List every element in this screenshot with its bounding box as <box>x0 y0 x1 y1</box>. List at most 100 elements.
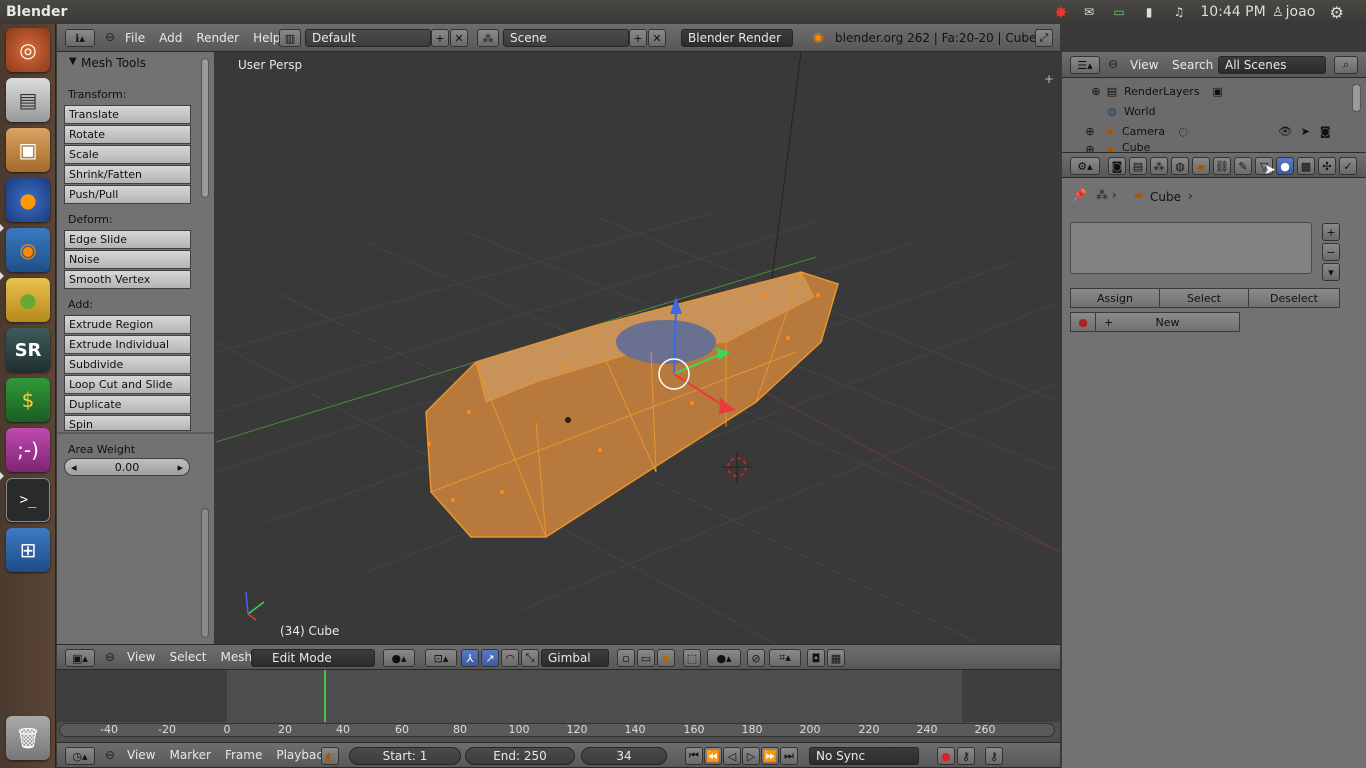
menu-help[interactable]: Help <box>253 31 280 45</box>
money-app-icon[interactable]: $ <box>6 378 50 422</box>
record-button[interactable]: ● <box>937 747 955 765</box>
scene-tab-icon[interactable]: ⁂ <box>1150 157 1168 175</box>
menu-file[interactable]: File <box>125 31 145 45</box>
operator-scrollbar[interactable] <box>201 508 209 638</box>
timeline[interactable]: -40 -20 0 20 40 60 80 100 120 140 160 18… <box>57 670 1060 742</box>
search-icon[interactable]: ⌕ <box>1334 56 1358 74</box>
play-button[interactable]: ▷ <box>742 747 760 765</box>
workspace-switcher-icon[interactable]: ⊞ <box>6 528 50 572</box>
render-tab-icon[interactable]: ◙ <box>1108 157 1126 175</box>
dash-home-icon[interactable]: ◎ <box>6 28 50 72</box>
mail-icon[interactable]: ✉ <box>1074 5 1104 19</box>
area-weight-slider[interactable]: ◂ 0.00 ▸ <box>64 458 190 476</box>
scale-manipulator[interactable]: ⤡ <box>521 649 539 667</box>
editor-type-button[interactable]: ℹ▴ <box>65 29 95 47</box>
software-center-icon[interactable]: ▣ <box>6 128 50 172</box>
deselect-button[interactable]: Deselect <box>1248 288 1340 308</box>
collapse-icon[interactable]: ⊖ <box>105 30 115 44</box>
loop-cut-slide-button[interactable]: Loop Cut and Slide <box>64 375 191 394</box>
outliner-item-world[interactable]: ◍ World <box>1062 101 1366 121</box>
render-camera-icon[interactable]: ◙ <box>1317 123 1333 139</box>
physics-tab-icon[interactable]: ✓ <box>1339 157 1357 175</box>
menu-search[interactable]: Search <box>1172 58 1213 72</box>
proportional-edit-dropdown[interactable]: ●▴ <box>707 649 741 667</box>
rotate-manipulator[interactable]: ◠ <box>501 649 519 667</box>
menu-view[interactable]: View <box>127 748 155 762</box>
menu-mesh[interactable]: Mesh <box>221 650 253 664</box>
outliner-item-renderlayers[interactable]: ⊕ ▤ RenderLayers ▣ <box>1062 81 1366 101</box>
collapse-icon[interactable]: ⊖ <box>105 650 115 664</box>
extrude-region-button[interactable]: Extrude Region <box>64 315 191 334</box>
orientation-dropdown[interactable]: Gimbal <box>541 649 609 667</box>
menu-marker[interactable]: Marker <box>169 748 210 762</box>
pin-icon[interactable]: 📌 <box>1072 188 1087 202</box>
update-icon[interactable]: ✸ <box>1048 3 1074 22</box>
user-name[interactable]: joao <box>1286 4 1326 20</box>
render-layers-tab-icon[interactable]: ▤ <box>1129 157 1147 175</box>
manipulator-toggle[interactable]: ⅄ <box>461 649 479 667</box>
battery-icon[interactable]: ▭ <box>1104 5 1134 19</box>
clock[interactable]: 10:44 PM <box>1194 4 1272 20</box>
expand-icon[interactable]: ⊕ <box>1082 123 1098 139</box>
assign-button[interactable]: Assign <box>1070 288 1160 308</box>
expand-icon[interactable]: ⊕ <box>1088 83 1104 99</box>
collapse-icon[interactable]: ⊖ <box>105 748 115 762</box>
duplicate-button[interactable]: Duplicate <box>64 395 191 414</box>
keying-button[interactable]: ⚷ <box>985 747 1003 765</box>
remove-slot-button[interactable]: − <box>1322 243 1340 261</box>
preview-range-button[interactable]: ◐ <box>321 747 339 765</box>
texture-tab-icon[interactable]: ▩ <box>1297 157 1315 175</box>
jump-end-button[interactable]: ⏭ <box>780 747 798 765</box>
editor-type-button[interactable]: ☰▴ <box>1070 56 1100 74</box>
chat-app-icon[interactable]: ;-) <box>6 428 50 472</box>
editor-type-button[interactable]: ⚙▴ <box>1070 157 1100 175</box>
constraints-tab-icon[interactable]: ⛓ <box>1213 157 1231 175</box>
sync-dropdown[interactable]: No Sync <box>809 747 919 765</box>
snap-element-dropdown[interactable]: ⌗▴ <box>769 649 801 667</box>
next-keyframe-button[interactable]: ⏩ <box>761 747 779 765</box>
add-slot-button[interactable]: + <box>1322 223 1340 241</box>
slot-specials-button[interactable]: ▾ <box>1322 263 1340 281</box>
remove-layout-button[interactable]: ✕ <box>450 29 468 47</box>
cookie-app-icon[interactable]: ● <box>6 278 50 322</box>
decrement-arrow-icon[interactable]: ◂ <box>71 461 77 474</box>
expand-icon[interactable]: ⊕ <box>1082 141 1098 153</box>
select-arrow-icon[interactable]: ➤ <box>1297 123 1313 139</box>
edge-slide-button[interactable]: Edge Slide <box>64 230 191 249</box>
select-button[interactable]: Select <box>1159 288 1249 308</box>
display-mode-dropdown[interactable]: All Scenes <box>1218 56 1326 74</box>
scene-field[interactable]: Scene <box>503 29 629 47</box>
shrink-fatten-button[interactable]: Shrink/Fatten <box>64 165 191 184</box>
editor-type-button[interactable]: ▣▴ <box>65 649 95 667</box>
properties-toggle-icon[interactable]: + <box>1044 72 1054 86</box>
vertex-select-button[interactable]: ▫ <box>617 649 635 667</box>
render-animation-button[interactable]: ▦ <box>827 649 845 667</box>
pivot-dropdown[interactable]: ⊡▴ <box>425 649 457 667</box>
world-tab-icon[interactable]: ◍ <box>1171 157 1189 175</box>
layout-field[interactable]: Default <box>305 29 431 47</box>
end-frame-field[interactable]: End: 250 <box>465 747 575 765</box>
edge-select-button[interactable]: ▭ <box>637 649 655 667</box>
browse-material-button[interactable]: ● <box>1070 312 1096 332</box>
remove-scene-button[interactable]: ✕ <box>648 29 666 47</box>
menu-render[interactable]: Render <box>196 31 239 45</box>
limit-selection-button[interactable]: ⬚ <box>683 649 701 667</box>
translate-button[interactable]: Translate <box>64 105 191 124</box>
outliner-item-camera[interactable]: ⊕ ▰ Camera ◌ 👁 ➤ ◙ <box>1062 121 1366 141</box>
render-engine-dropdown[interactable]: Blender Render <box>681 29 793 47</box>
menu-add[interactable]: Add <box>159 31 182 45</box>
viewport-scene[interactable] <box>216 52 1060 644</box>
mode-dropdown[interactable]: Edit Mode <box>251 649 375 667</box>
network-icon[interactable]: ▮ <box>1134 5 1164 19</box>
collapse-icon[interactable]: ⊖ <box>1108 57 1118 71</box>
outliner-scrollbar[interactable] <box>1352 84 1361 112</box>
play-reverse-button[interactable]: ◁ <box>723 747 741 765</box>
translate-manipulator[interactable]: ↗ <box>481 649 499 667</box>
add-layout-button[interactable]: + <box>431 29 449 47</box>
material-slots-list[interactable] <box>1070 222 1312 274</box>
terminal-icon[interactable]: >_ <box>6 478 50 522</box>
gear-icon[interactable]: ⚙ <box>1326 3 1348 22</box>
firefox-icon[interactable]: ● <box>6 178 50 222</box>
outliner-item-cube[interactable]: ⊕ ▰ Cube <box>1062 141 1366 152</box>
noise-button[interactable]: Noise <box>64 250 191 269</box>
